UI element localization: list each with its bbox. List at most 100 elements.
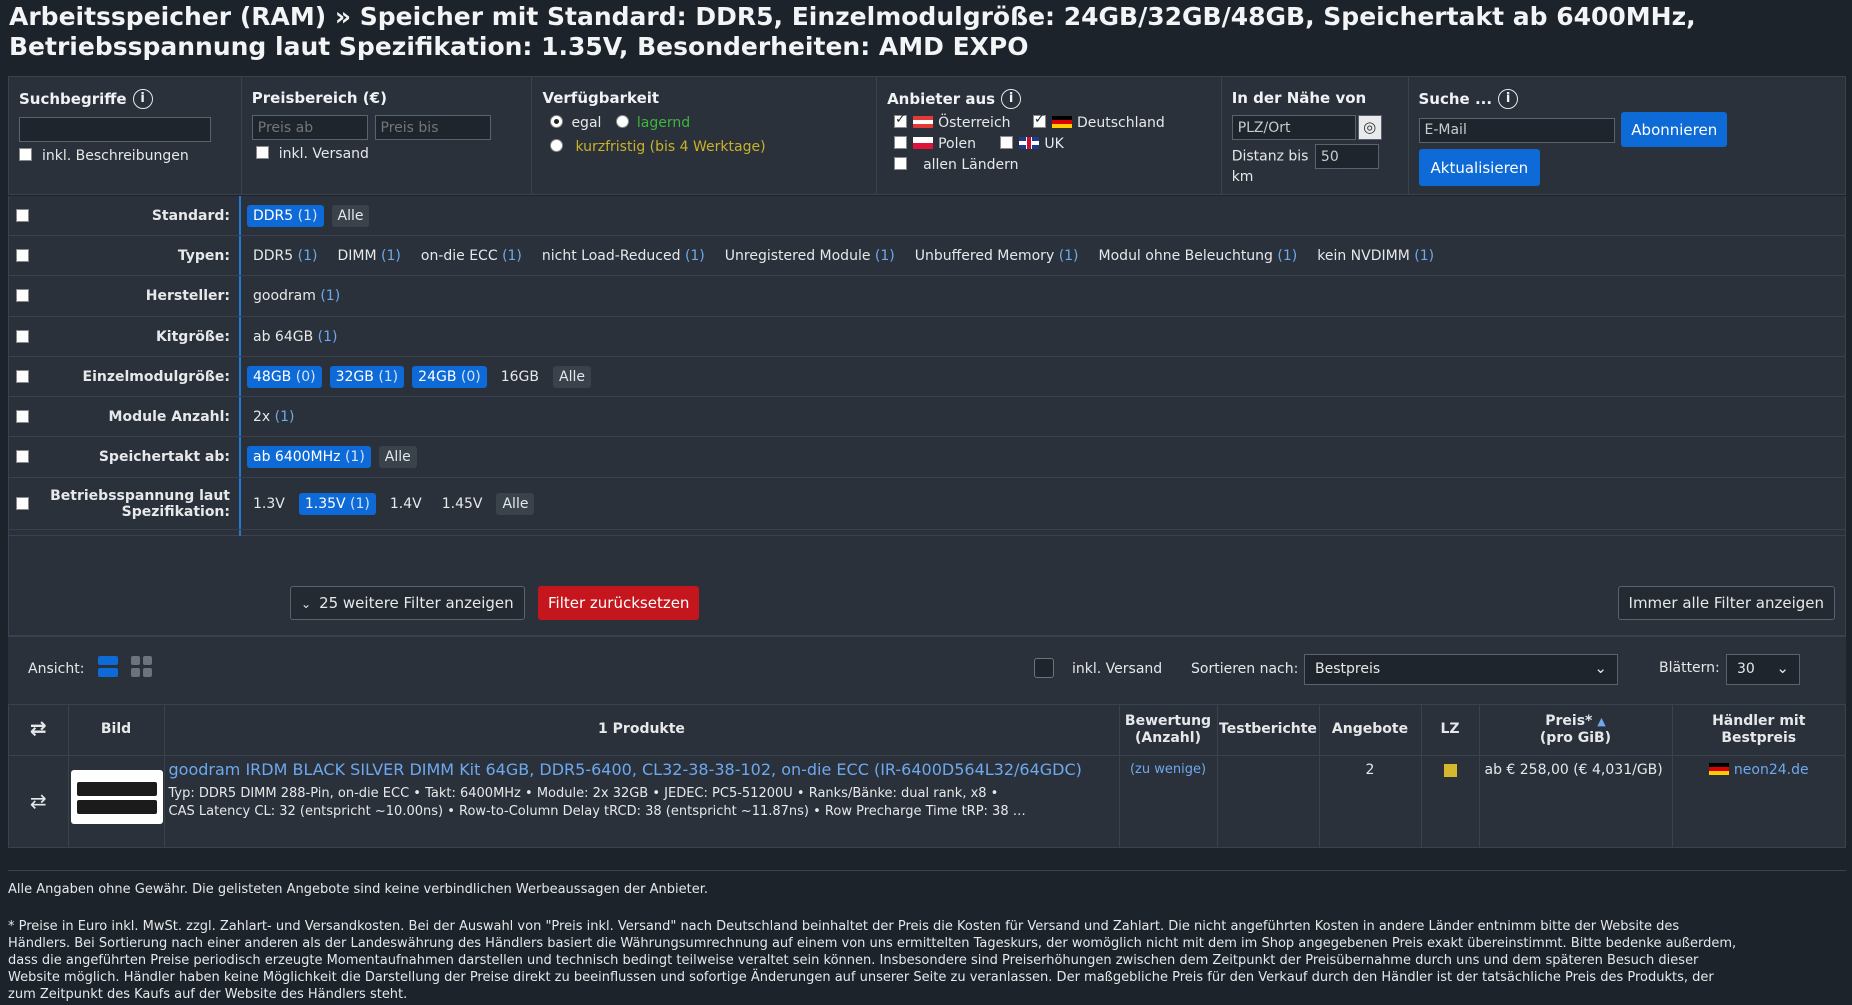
lagernd-radio[interactable]	[615, 115, 629, 128]
preis-bis-input[interactable]	[374, 115, 491, 140]
abonnieren-button[interactable]: Abonnieren	[1621, 112, 1728, 147]
preis-header[interactable]: Preis* ▲ (pro GiB)	[1479, 705, 1673, 756]
sort-select[interactable]: Bestpreis ⌄	[1304, 654, 1618, 685]
product-image-cell[interactable]	[68, 755, 165, 847]
polen-checkbox[interactable]	[894, 136, 908, 149]
filter-chip[interactable]: nicht Load-Reduced (1)	[536, 245, 711, 267]
product-thumbnail[interactable]	[70, 769, 163, 824]
page-size-select[interactable]: 30 ⌄	[1726, 654, 1800, 685]
plz-input[interactable]	[1231, 115, 1356, 140]
location-target-icon[interactable]: ◎	[1357, 115, 1382, 140]
view-bar: Ansicht: inkl. Versand Sortieren nach: B…	[8, 636, 1846, 704]
distanz-input[interactable]	[1314, 144, 1379, 169]
filter-chip[interactable]: 48GB (0)	[247, 365, 322, 388]
filter-chip[interactable]: goodram (1)	[247, 285, 346, 307]
compare-header[interactable]: ⇄	[9, 705, 69, 756]
filter-chip-label: ab 64GB	[253, 328, 314, 345]
more-filters-button[interactable]: ⌄ 25 weitere Filter anzeigen	[290, 586, 525, 620]
filter-chip-label: 48GB	[253, 368, 292, 385]
filter-chip[interactable]: DDR5 (1)	[247, 245, 324, 267]
deutschland-checkbox[interactable]	[1032, 112, 1046, 128]
filter-chip[interactable]: Unbuffered Memory (1)	[909, 245, 1085, 267]
filter-label: Hersteller:	[145, 288, 230, 304]
filter-chip[interactable]: 1.35V (1)	[298, 492, 376, 515]
filter-row-checkbox[interactable]	[16, 208, 29, 222]
table-row: ⇄ goodram IRDM BLACK SILVER DIMM Kit 64G…	[9, 755, 1845, 847]
filter-chip[interactable]: ab 6400MHz (1)	[247, 446, 371, 468]
filter-chip[interactable]: 1.3V	[247, 493, 291, 515]
filter-chip[interactable]: 32GB (1)	[329, 365, 405, 388]
filter-chip[interactable]: Unregistered Module (1)	[719, 245, 901, 267]
page-title-line2: Betriebsspannung laut Spezifikation: 1.3…	[9, 32, 1029, 61]
filter-chip-label: Alle	[502, 495, 529, 512]
haendler-link[interactable]: neon24.de	[1734, 762, 1809, 778]
compare-swap-icon[interactable]: ⇄	[30, 789, 47, 813]
bild-header: Bild	[68, 705, 165, 756]
price-note-line1: * Preise in Euro inkl. MwSt. zzgl. Zahla…	[8, 919, 1680, 934]
compare-cell[interactable]: ⇄	[9, 755, 69, 847]
filter-chip[interactable]: 1.45V	[436, 493, 489, 515]
inkl-beschreibungen-checkbox[interactable]	[19, 148, 32, 161]
filter-chip-all[interactable]: Alle	[496, 492, 535, 515]
filter-chip[interactable]: Modul ohne Beleuchtung (1)	[1093, 245, 1304, 267]
km-label: km	[1231, 169, 1254, 185]
testberichte-cell	[1217, 755, 1320, 847]
info-icon[interactable]: i	[132, 89, 153, 109]
filter-chip-all[interactable]: Alle	[331, 204, 370, 227]
suchbegriffe-input[interactable]	[19, 117, 211, 142]
always-all-filters-button[interactable]: Immer alle Filter anzeigen	[1617, 586, 1835, 620]
preis-ab-input[interactable]	[251, 115, 368, 140]
filter-chip[interactable]: 2x (1)	[247, 406, 301, 428]
inkl-versand-checkbox[interactable]	[255, 146, 269, 159]
allen-laendern-checkbox[interactable]	[894, 157, 908, 170]
angebote-header[interactable]: Angebote	[1319, 705, 1422, 756]
filter-chip[interactable]: DDR5 (1)	[247, 204, 324, 227]
info-icon[interactable]: i	[1001, 89, 1022, 109]
table-header-row: ⇄ Bild 1 Produkte Bewertung (Anzahl) Test…	[9, 705, 1845, 756]
filter-label: Betriebsspannung laut Spezifikation:	[50, 487, 230, 520]
filter-chip[interactable]: 1.4V	[384, 493, 428, 515]
product-link[interactable]: goodram IRDM BLACK SILVER DIMM Kit 64GB,…	[169, 760, 1119, 779]
filter-chip[interactable]: DIMM (1)	[332, 245, 407, 267]
filter-chip[interactable]: 16GB	[495, 366, 545, 388]
filter-chip[interactable]: ab 64GB (1)	[247, 326, 343, 348]
filter-row-checkbox-cell	[9, 448, 43, 466]
inkl-versand-view-checkbox[interactable]	[1034, 658, 1054, 678]
filter-row-checkbox[interactable]	[16, 496, 29, 510]
filter-chip-all[interactable]: Alle	[378, 446, 417, 468]
list-view-icon[interactable]	[98, 656, 118, 678]
filter-row-checkbox[interactable]	[16, 329, 29, 343]
price-note-line3: dass die angeführten Preise periodisch e…	[8, 953, 1699, 968]
filter-row-checkbox[interactable]	[16, 450, 29, 463]
filter-row-checkbox[interactable]	[16, 369, 29, 383]
egal-radio[interactable]	[550, 115, 564, 128]
preis-cell[interactable]: ab € 258,00 (€ 4,031/GB)	[1479, 755, 1673, 847]
filter-chip[interactable]: on-die ECC (1)	[415, 245, 528, 267]
verfuegbarkeit-section: Verfügbarkeit egal lagernd kurzfristig (…	[532, 77, 878, 194]
compare-swap-icon[interactable]: ⇄	[30, 716, 47, 740]
filter-chip[interactable]: kein NVDIMM (1)	[1311, 245, 1440, 267]
grid-view-icon[interactable]	[131, 656, 153, 678]
chevron-down-icon: ⌄	[1776, 659, 1789, 677]
uk-checkbox[interactable]	[1000, 136, 1014, 149]
info-icon[interactable]: i	[1498, 89, 1519, 109]
filter-chip-label: DDR5	[253, 247, 294, 264]
haendler-cell[interactable]: neon24.de	[1672, 755, 1845, 847]
filter-chip-all[interactable]: Alle	[553, 365, 591, 388]
bewertung-header[interactable]: Bewertung (Anzahl)	[1119, 705, 1218, 756]
oesterreich-checkbox[interactable]	[894, 112, 908, 128]
filter-row-checkbox[interactable]	[16, 409, 29, 423]
filter-chip-count: (1)	[684, 247, 705, 264]
email-input[interactable]	[1418, 117, 1615, 143]
lagernd-label: lagernd	[636, 115, 691, 131]
bewertung-cell[interactable]: (zu wenige)	[1119, 755, 1218, 847]
filter-chip-count: (1)	[1277, 247, 1298, 264]
reset-filters-button[interactable]: Filter zurücksetzen	[538, 586, 700, 620]
inkl-versand-view-label: inkl. Versand	[1072, 661, 1163, 677]
aktualisieren-button[interactable]: Aktualisieren	[1418, 149, 1541, 186]
kurzfristig-radio[interactable]	[550, 139, 564, 152]
filter-chip-count: (1)	[874, 247, 895, 264]
filter-row-checkbox[interactable]	[16, 289, 29, 302]
filter-chip[interactable]: 24GB (0)	[412, 365, 487, 388]
filter-row-checkbox[interactable]	[16, 248, 29, 262]
